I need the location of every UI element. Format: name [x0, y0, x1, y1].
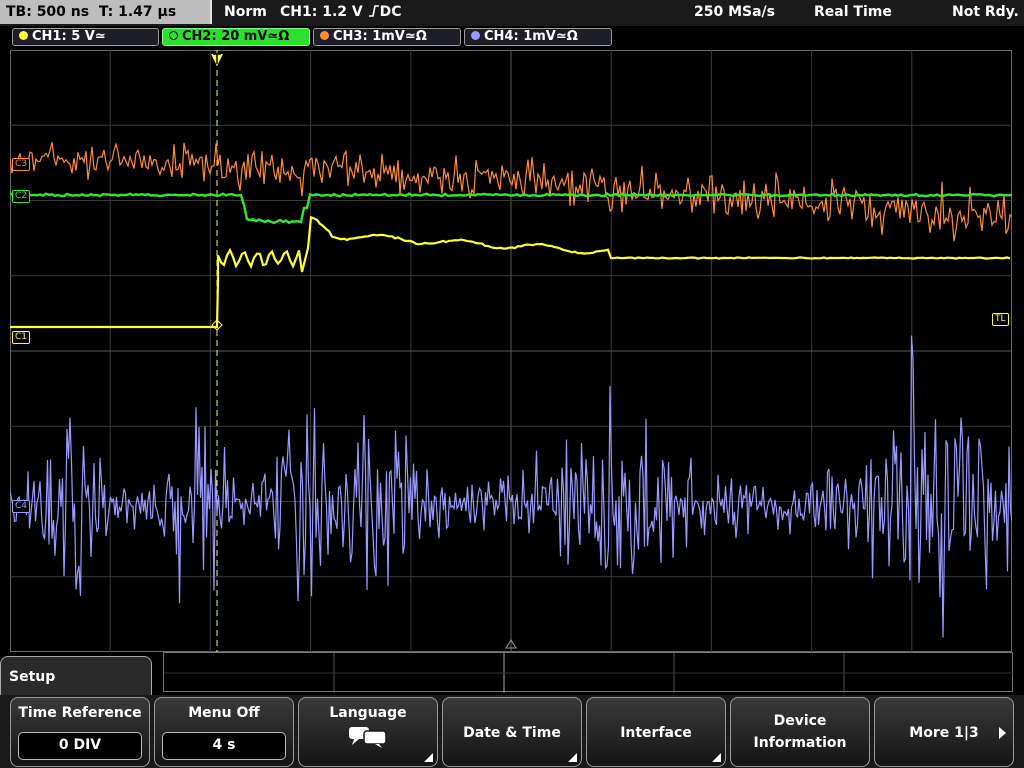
menu-off-softkey[interactable]: Menu Off 4 s: [154, 697, 294, 767]
ch3-offset-marker[interactable]: C3: [12, 158, 31, 171]
time-scale-ticks: [164, 653, 1014, 693]
ch2-label: CH2: 20 mV≃Ω: [182, 29, 290, 44]
grid-lines: [10, 50, 1012, 652]
acquisition-mode[interactable]: Real Time: [814, 0, 892, 24]
interface-softkey[interactable]: Interface: [586, 697, 726, 767]
device-info-line2: Information: [753, 735, 847, 751]
time-reference-label: Time Reference: [18, 705, 142, 721]
speech-bubbles-icon: [349, 727, 387, 748]
trigger-level-text: CH1: 1.2 V: [280, 4, 368, 20]
acquisition-state: Not Rdy.: [952, 4, 1019, 20]
time-scale-strip: [163, 652, 1014, 693]
ch1-offset-marker[interactable]: C1: [12, 331, 31, 344]
interface-label: Interface: [620, 725, 692, 741]
timebase-box[interactable]: TB: 500 ns T: 1.47 µs: [0, 0, 212, 24]
more-label: More 1|3: [909, 725, 979, 741]
trigger-time-value: T: 1.47 µs: [98, 4, 177, 20]
menu-off-value: 4 s: [162, 732, 286, 760]
menu-title-tab: Setup: [0, 656, 152, 696]
device-info-line1: Device: [773, 713, 827, 729]
submenu-indicator-icon: [712, 753, 721, 762]
channel-tab-ch3[interactable]: CH3: 1mV≃Ω: [313, 28, 461, 46]
language-label: Language: [329, 705, 407, 721]
menu-off-label: Menu Off: [188, 705, 260, 721]
timebase-value: TB: 500 ns: [6, 4, 90, 20]
ch4-offset-marker[interactable]: C4: [12, 500, 31, 513]
channel-tab-ch1[interactable]: CH1: 5 V≃: [12, 28, 159, 46]
date-time-label: Date & Time: [463, 725, 561, 741]
channel-tab-ch4[interactable]: CH4: 1mV≃Ω: [464, 28, 612, 46]
submenu-indicator-icon: [424, 753, 433, 762]
trigger-coupling-text: DC: [379, 4, 402, 20]
trigger-mode[interactable]: Norm: [224, 0, 267, 24]
trigger-info[interactable]: CH1: 1.2 V DC: [280, 0, 402, 24]
channel-tab-ch2[interactable]: CH2: 20 mV≃Ω: [162, 28, 310, 46]
ch1-label: CH1: 5 V≃: [32, 29, 106, 44]
next-page-arrow-icon: [999, 727, 1006, 739]
time-reference-value: 0 DIV: [18, 732, 142, 760]
ch2-offset-marker[interactable]: C2: [12, 190, 31, 203]
ch4-label: CH4: 1mV≃Ω: [484, 29, 578, 44]
submenu-indicator-icon: [568, 753, 577, 762]
ch2-color-dot: [169, 31, 178, 40]
rising-edge-icon: [368, 5, 379, 17]
trigger-level-marker[interactable]: TL: [992, 313, 1009, 326]
ch4-color-dot: [471, 31, 480, 40]
date-time-softkey[interactable]: Date & Time: [442, 697, 582, 767]
ch1-trace: [10, 215, 1011, 329]
time-reference-softkey[interactable]: Time Reference 0 DIV: [10, 697, 150, 767]
device-information-softkey[interactable]: Device Information: [730, 697, 870, 767]
waveform-display[interactable]: [10, 50, 1012, 652]
language-softkey[interactable]: Language: [298, 697, 438, 767]
ch3-color-dot: [320, 31, 329, 40]
ch3-label: CH3: 1mV≃Ω: [333, 29, 427, 44]
more-softkey[interactable]: More 1|3: [874, 697, 1014, 767]
sample-rate: 250 MSa/s: [694, 4, 776, 20]
ch1-color-dot: [19, 31, 28, 40]
